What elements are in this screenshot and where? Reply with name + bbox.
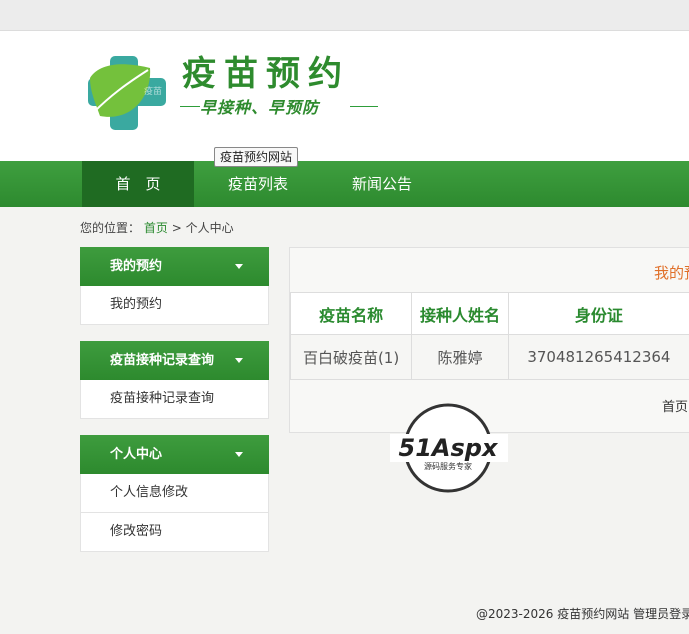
cell-id-card: 370481265412364	[507, 334, 689, 380]
panel-title: 我的预约	[654, 264, 689, 282]
logo-title: 疫苗预约	[182, 54, 350, 94]
appointments-table: 疫苗名称 接种人姓名 身份证 百白破疫苗(1) 陈雅婷 370481265412…	[290, 292, 689, 380]
sidebar-group-title: 我的预约	[110, 259, 163, 274]
51aspx-watermark-logo-icon: 51Aspx 源码服务专家	[390, 403, 508, 493]
pager-first-link[interactable]: 首页	[662, 396, 688, 415]
logo-slogan: 早接种、早预防	[200, 98, 320, 117]
main-nav: 首 页 疫苗列表 新闻公告	[0, 161, 689, 207]
sidebar-item-edit-profile[interactable]: 个人信息修改	[80, 474, 269, 513]
sidebar-group-header[interactable]: 疫苗接种记录查询	[80, 341, 269, 380]
sidebar-group-appointments: 我的预约 我的预约	[80, 247, 269, 325]
caret-down-icon	[235, 264, 243, 269]
slogan-line-right	[350, 106, 378, 107]
watermark-tagline: 源码服务专家	[424, 461, 472, 471]
column-header-vaccine: 疫苗名称	[290, 292, 413, 335]
sidebar-group-header[interactable]: 个人中心	[80, 435, 269, 474]
nav-item-home[interactable]: 首 页	[82, 161, 194, 207]
vaccine-cross-logo-icon: 疫苗	[88, 56, 166, 130]
sidebar-group-personal-center: 个人中心 个人信息修改 修改密码	[80, 435, 269, 552]
breadcrumb: 您的位置： 首页 > 个人中心	[80, 219, 234, 236]
footer-copyright: @2023-2026 疫苗预约网站	[476, 607, 630, 621]
table-header-row: 疫苗名称 接种人姓名 身份证	[290, 292, 689, 335]
watermark-brand: 51Aspx	[399, 434, 499, 462]
footer: @2023-2026 疫苗预约网站 管理员登录	[476, 605, 689, 622]
cell-vaccine-name: 百白破疫苗(1)	[290, 334, 413, 380]
sidebar-item-record-query[interactable]: 疫苗接种记录查询	[80, 380, 269, 419]
caret-down-icon	[235, 452, 243, 457]
appointments-table-viewport: 疫苗名称 接种人姓名 身份证 百白破疫苗(1) 陈雅婷 370481265412…	[290, 292, 689, 380]
cell-recipient-name: 陈雅婷	[411, 334, 509, 380]
breadcrumb-separator: >	[171, 221, 182, 235]
column-header-id-card: 身份证	[507, 292, 689, 335]
sidebar-item-change-password[interactable]: 修改密码	[80, 513, 269, 552]
breadcrumb-prefix: 您的位置：	[80, 221, 141, 235]
nav-item-news[interactable]: 新闻公告	[332, 161, 432, 207]
breadcrumb-current: 个人中心	[185, 221, 234, 235]
site-name-tooltip: 疫苗预约网站	[214, 147, 299, 167]
sidebar-item-my-appointments[interactable]: 我的预约	[80, 286, 269, 325]
sidebar-group-vaccination-records: 疫苗接种记录查询 疫苗接种记录查询	[80, 341, 269, 419]
sidebar-group-title: 个人中心	[110, 447, 163, 462]
browser-top-strip	[0, 0, 689, 31]
sidebar-group-title: 疫苗接种记录查询	[110, 353, 215, 368]
footer-admin-login-link[interactable]: 管理员登录	[633, 607, 689, 621]
sidebar-group-header[interactable]: 我的预约	[80, 247, 269, 286]
breadcrumb-home-link[interactable]: 首页	[144, 221, 168, 235]
column-header-recipient: 接种人姓名	[411, 292, 509, 335]
table-row: 百白破疫苗(1) 陈雅婷 370481265412364	[290, 334, 689, 380]
nav-item-vaccine-list[interactable]: 疫苗列表	[208, 161, 308, 207]
caret-down-icon	[235, 358, 243, 363]
slogan-line-left	[180, 106, 200, 107]
logo-badge-text: 疫苗	[144, 85, 162, 97]
